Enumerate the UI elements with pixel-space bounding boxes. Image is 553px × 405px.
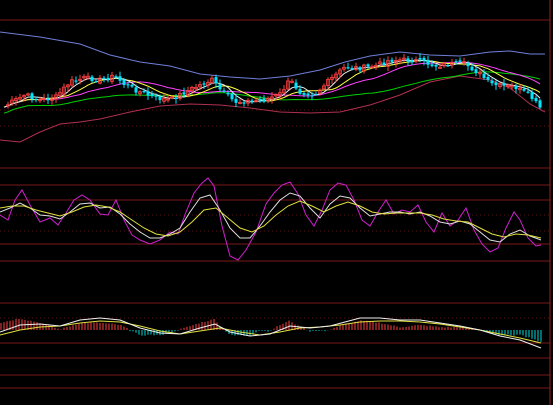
candle-down bbox=[182, 92, 186, 95]
candle-down bbox=[34, 99, 38, 101]
candle-down bbox=[126, 84, 130, 86]
candle-down bbox=[306, 93, 310, 96]
candle-down bbox=[346, 67, 350, 69]
candle-down bbox=[434, 64, 438, 67]
candle-down bbox=[222, 90, 226, 92]
candle-down bbox=[154, 95, 158, 97]
candle-down bbox=[350, 68, 354, 70]
candle-down bbox=[454, 61, 458, 63]
candle-down bbox=[358, 67, 362, 71]
candle-down bbox=[158, 96, 162, 101]
kdj-j-line bbox=[0, 177, 542, 261]
candle-down bbox=[466, 62, 470, 67]
boll-lower-line bbox=[0, 75, 546, 143]
candle-down bbox=[410, 60, 414, 63]
candle-down bbox=[130, 84, 134, 87]
candle-down bbox=[302, 93, 306, 95]
candle-down bbox=[90, 76, 94, 82]
candle-down bbox=[118, 76, 122, 81]
candle-down bbox=[526, 91, 530, 93]
candle-down bbox=[522, 88, 526, 91]
candle-down bbox=[214, 77, 218, 84]
candle-down bbox=[226, 92, 230, 95]
candle-down bbox=[514, 85, 518, 90]
candle-down bbox=[134, 87, 138, 93]
candle-down bbox=[174, 97, 178, 99]
candle-down bbox=[490, 80, 494, 84]
candle-down bbox=[122, 79, 126, 85]
candle-down bbox=[406, 58, 410, 62]
kdj-panel bbox=[0, 177, 542, 261]
candle-down bbox=[314, 94, 318, 96]
candle-down bbox=[30, 93, 34, 100]
candle-down bbox=[474, 69, 478, 74]
candle-down bbox=[538, 100, 542, 108]
candle-down bbox=[262, 98, 266, 102]
candle-down bbox=[142, 90, 146, 93]
candle-down bbox=[218, 84, 222, 90]
candle-down bbox=[94, 81, 98, 83]
candle-down bbox=[534, 97, 538, 102]
candle-down bbox=[366, 64, 370, 67]
candle-down bbox=[482, 73, 486, 78]
candle-down bbox=[298, 89, 302, 94]
candle-down bbox=[422, 57, 426, 61]
macd-dea-line bbox=[0, 320, 542, 344]
candle-down bbox=[486, 76, 490, 80]
candle-down bbox=[102, 77, 106, 79]
candle-down bbox=[530, 92, 534, 100]
kdj-d-line bbox=[0, 200, 542, 239]
candle-down bbox=[390, 59, 394, 62]
candle-down bbox=[234, 98, 238, 103]
stock-chart bbox=[0, 0, 553, 405]
candle-down bbox=[202, 83, 206, 85]
candle-down bbox=[294, 82, 298, 89]
candle-down bbox=[230, 93, 234, 100]
candle-down bbox=[458, 60, 462, 62]
candle-down bbox=[418, 58, 422, 60]
candle-down bbox=[382, 62, 386, 65]
candle-down bbox=[446, 64, 450, 67]
candle-down bbox=[146, 91, 150, 96]
candle-down bbox=[106, 77, 110, 81]
candle-down bbox=[258, 99, 262, 101]
candle-down bbox=[426, 59, 430, 65]
candle-down bbox=[250, 100, 254, 102]
candle-down bbox=[242, 102, 246, 104]
candle-down bbox=[430, 64, 434, 66]
boll-upper-line bbox=[0, 31, 545, 80]
candle-down bbox=[470, 66, 474, 71]
candle-down bbox=[150, 94, 154, 96]
candle-down bbox=[114, 76, 118, 78]
candle-down bbox=[74, 80, 78, 82]
chart-canvas bbox=[0, 0, 551, 405]
candle-down bbox=[494, 82, 498, 86]
candle-down bbox=[310, 95, 314, 97]
candle-down bbox=[502, 83, 506, 86]
candle-down bbox=[46, 98, 50, 101]
